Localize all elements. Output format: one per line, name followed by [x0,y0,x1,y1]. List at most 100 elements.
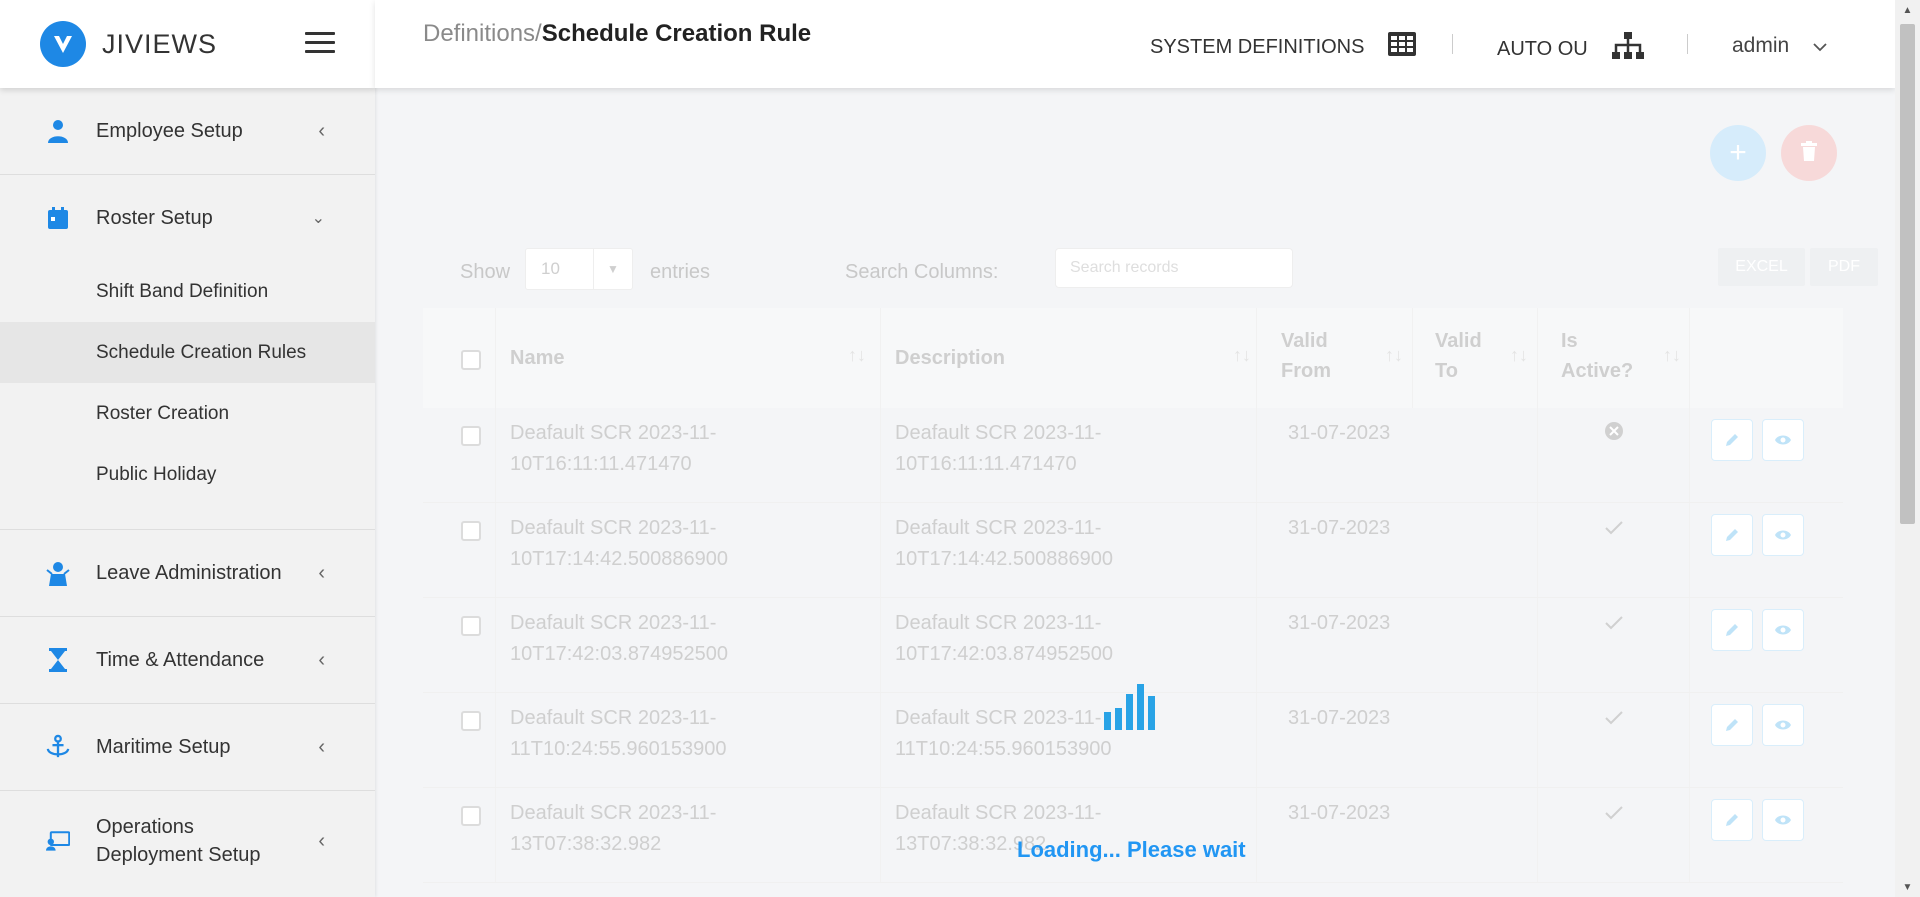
sort-icon: ↑↓ [848,345,866,365]
hourglass-icon [46,648,70,672]
column-header-is-active[interactable]: Is Active? [1561,326,1651,386]
person-icon [46,119,70,143]
row-checkbox[interactable] [461,711,481,731]
sidebar-group-leave-administration[interactable]: Leave Administration ‹ [0,530,375,617]
table-row[interactable]: Deafault SCR 2023-11-11T10:24:55.9601539… [423,693,1843,788]
sidebar-group-employee-setup[interactable]: Employee Setup ‹ [0,88,375,175]
sort-icon: ↑↓ [1233,345,1251,365]
view-button[interactable] [1762,704,1804,746]
grid-table-icon [1388,32,1417,62]
roster-submenu: Shift Band Definition Schedule Creation … [0,261,375,529]
table-row[interactable]: Deafault SCR 2023-11-10T16:11:11.471470 … [423,408,1843,503]
column-header-description[interactable]: Description [895,343,1005,373]
rules-table: Name ↑↓ Description ↑↓ Valid From ↑↓ Val… [423,308,1843,883]
table-row[interactable]: Deafault SCR 2023-11-10T17:14:42.5008869… [423,503,1843,598]
table-row[interactable]: Deafault SCR 2023-11-13T07:38:32.982 Dea… [423,788,1843,883]
header-divider [1687,34,1688,54]
leave-icon [46,561,70,586]
page-length-select[interactable]: 10 ▼ [525,248,633,290]
search-columns-label: Search Columns: [845,261,999,283]
chevron-left-icon: ‹ [318,119,325,142]
top-header: Definitions/Schedule Creation Rule SYSTE… [375,0,1895,88]
eye-icon [1775,625,1791,635]
scroll-thumb[interactable] [1900,24,1915,524]
chevron-left-icon: ‹ [318,648,325,671]
edit-button[interactable] [1711,704,1753,746]
sidebar-item-roster-creation[interactable]: Roster Creation [0,383,375,444]
system-definitions-button[interactable]: SYSTEM DEFINITIONS [1150,32,1417,62]
cell-name: Deafault SCR 2023-11-10T17:42:03.8749525… [510,612,728,665]
sidebar-group-operations-deployment[interactable]: Operations Deployment Setup ‹ [0,791,375,891]
breadcrumb-parent[interactable]: Definitions/ [423,20,542,47]
sidebar-group-header[interactable]: Roster Setup ⌄ [0,175,375,261]
sidebar-item-public-holiday[interactable]: Public Holiday [0,444,375,505]
table-header: Name ↑↓ Description ↑↓ Valid From ↑↓ Val… [423,308,1843,408]
sidebar-group-maritime-setup[interactable]: Maritime Setup ‹ [0,704,375,791]
search-input[interactable] [1055,248,1293,288]
chevron-left-icon: ‹ [318,561,325,584]
brand-bar: JIVIEWS [0,0,375,88]
cell-name: Deafault SCR 2023-11-10T17:14:42.5008869… [510,517,728,570]
table-controls: Show 10 ▼ entries Search Columns: EXCEL … [460,248,1878,298]
column-header-name[interactable]: Name [510,343,564,373]
main-content: + Show 10 ▼ entries Search Columns: EXCE… [375,88,1895,897]
view-button[interactable] [1762,514,1804,556]
check-icon [1604,610,1624,641]
row-checkbox[interactable] [461,521,481,541]
sidebar-item-shift-band[interactable]: Shift Band Definition [0,261,375,322]
edit-button[interactable] [1711,799,1753,841]
pencil-icon [1726,719,1738,731]
sidebar-group-time-attendance[interactable]: Time & Attendance ‹ [0,617,375,704]
auto-ou-button[interactable]: AUTO OU [1497,32,1644,66]
sidebar-group-roster-setup: Roster Setup ⌄ Shift Band Definition Sch… [0,175,375,530]
pdf-button[interactable]: PDF [1810,248,1878,286]
sidebar-group-label: Roster Setup [96,206,213,229]
system-definitions-label: SYSTEM DEFINITIONS [1150,35,1365,58]
pencil-icon [1726,814,1738,826]
row-checkbox[interactable] [461,426,481,446]
cell-valid-from: 31-07-2023 [1288,707,1391,729]
show-label: Show [460,261,511,283]
select-all-checkbox[interactable] [461,350,481,370]
sidebar-item-schedule-creation-rules[interactable]: Schedule Creation Rules [0,322,375,383]
eye-icon [1775,435,1791,445]
org-chart-icon [1611,32,1644,66]
edit-button[interactable] [1711,609,1753,651]
view-button[interactable] [1762,609,1804,651]
vertical-scrollbar[interactable]: ▲ ▼ [1895,0,1920,897]
sidebar: JIVIEWS Employee Setup ‹ Roster Setup ⌄ … [0,0,375,897]
sidebar-group-label: Maritime Setup [96,735,231,758]
edit-button[interactable] [1711,514,1753,556]
check-icon [1604,800,1624,831]
table-body: Deafault SCR 2023-11-10T16:11:11.471470 … [423,408,1843,883]
cell-valid-from: 31-07-2023 [1288,422,1391,444]
header-divider [1452,34,1453,54]
plus-icon: + [1729,136,1747,169]
column-header-valid-to[interactable]: Valid To [1435,326,1505,386]
scroll-up-arrow-icon[interactable]: ▲ [1895,0,1920,20]
chevron-left-icon: ‹ [318,829,325,852]
scroll-down-arrow-icon[interactable]: ▼ [1895,877,1920,897]
sidebar-group-label: Leave Administration [96,561,282,584]
cell-name: Deafault SCR 2023-11-10T16:11:11.471470 [510,422,717,475]
sidebar-group-label: Time & Attendance [96,648,265,671]
hamburger-menu-icon[interactable] [305,32,335,54]
row-checkbox[interactable] [461,616,481,636]
table-row[interactable]: Deafault SCR 2023-11-10T17:42:03.8749525… [423,598,1843,693]
cell-name: Deafault SCR 2023-11-11T10:24:55.9601539… [510,707,727,760]
row-checkbox[interactable] [461,806,481,826]
sidebar-group-label: Employee Setup [96,119,243,142]
sort-icon: ↑↓ [1510,345,1528,365]
excel-button[interactable]: EXCEL [1718,248,1805,286]
cell-valid-from: 31-07-2023 [1288,802,1391,824]
delete-button[interactable] [1781,125,1837,181]
add-button[interactable]: + [1710,125,1766,181]
caret-down-icon: ▼ [593,249,632,289]
user-menu[interactable]: admin [1732,34,1827,58]
eye-icon [1775,530,1791,540]
view-button[interactable] [1762,799,1804,841]
view-button[interactable] [1762,419,1804,461]
column-header-valid-from[interactable]: Valid From [1281,326,1371,386]
deployment-icon [46,829,70,853]
edit-button[interactable] [1711,419,1753,461]
